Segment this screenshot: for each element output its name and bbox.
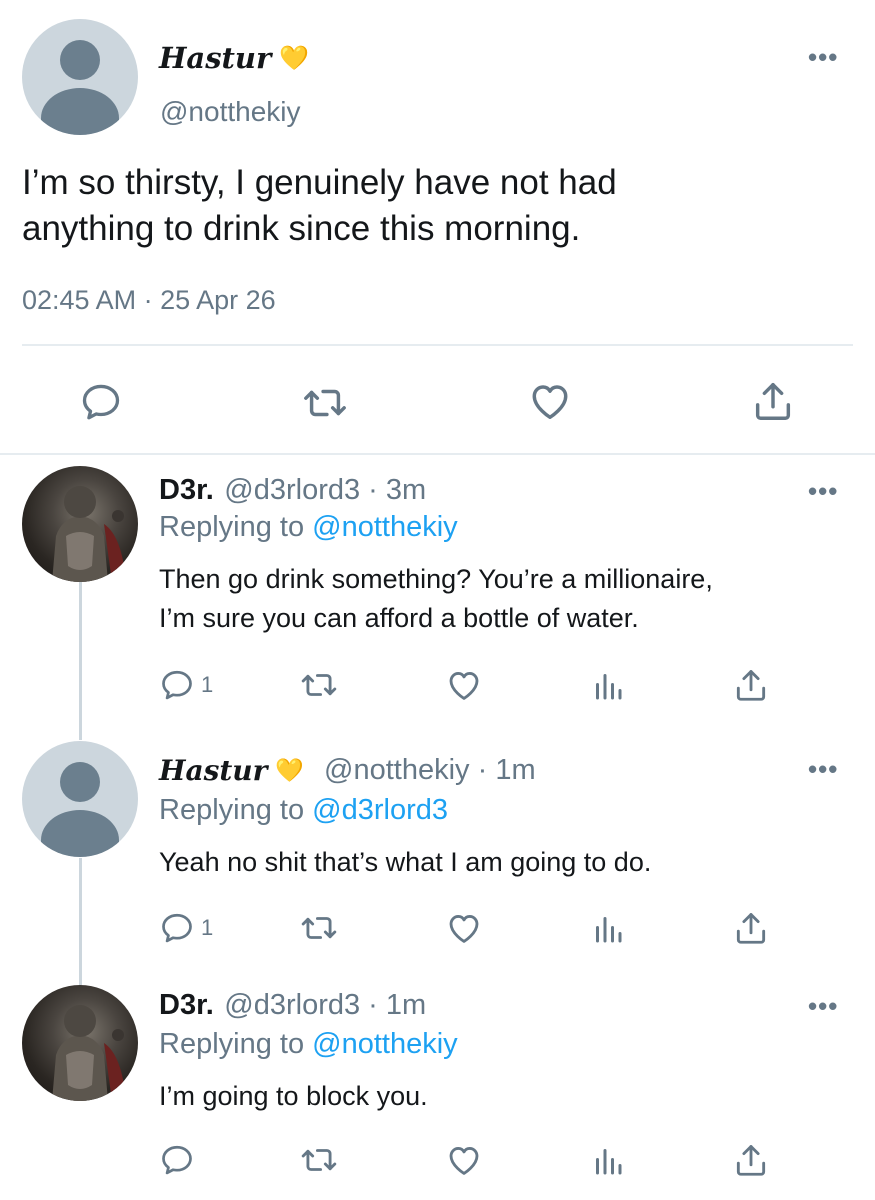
share-icon[interactable] [732,909,770,947]
avatar[interactable] [22,466,138,582]
share-icon[interactable] [732,666,770,704]
reply-icon[interactable]: 1 [159,910,213,946]
reply-text-line: Yeah no shit that’s what I am going to d… [159,847,652,877]
more-icon[interactable]: ••• [808,44,838,70]
retweet-icon[interactable] [300,1141,338,1179]
analytics-icon[interactable] [590,668,626,704]
reply-text-line: I’m sure you can afford a bottle of wate… [159,603,639,633]
author-name-row[interactable]: Hastur 💛 [159,40,309,76]
more-icon[interactable]: ••• [808,478,838,504]
replying-to: Replying to @notthekiy [159,511,458,544]
reply-icon[interactable] [159,1142,195,1178]
reply-count: 1 [201,915,214,940]
yellow-heart-icon: 💛 [275,756,305,783]
retweet-icon[interactable] [300,909,338,947]
reply-text: Then go drink something? You’re a millio… [159,560,713,638]
reply-count: 1 [201,672,214,697]
more-icon[interactable]: ••• [808,993,838,1019]
knight-armor-icon [52,486,126,582]
reply-header: Hastur 💛 @notthekiy · 1m [159,752,536,788]
share-icon[interactable] [732,1141,770,1179]
thread-line [79,580,82,740]
yellow-heart-icon: 💛 [279,44,310,72]
analytics-icon[interactable] [590,1143,626,1179]
knight-armor-icon [52,1005,126,1101]
tweet-text-line: I’m so thirsty, I genuinely have not had [22,163,617,202]
replying-to-label: Replying to [159,1028,313,1060]
handle-time[interactable]: @d3rlord3 · 3m [224,474,426,506]
divider [0,453,875,455]
mention-link[interactable]: @notthekiy [312,511,458,543]
retweet-icon[interactable] [300,666,338,704]
tweet-text-line: anything to drink since this morning. [22,209,581,248]
avatar-silhouette-body [41,810,119,857]
avatar-silhouette-head [60,762,100,802]
tweet-timestamp[interactable]: 02:45 AM · 25 Apr 26 [22,285,276,316]
replying-to-label: Replying to [159,794,313,826]
reply-header: D3r. @d3rlord3 · 3m [159,474,426,507]
avatar[interactable] [22,985,138,1101]
heart-icon[interactable] [445,1141,483,1179]
divider [22,344,853,346]
display-name: Hastur [159,41,272,75]
heart-icon[interactable] [527,378,573,424]
share-icon[interactable] [750,378,796,424]
avatar[interactable] [22,19,138,135]
reply-text-line: Then go drink something? You’re a millio… [159,564,713,594]
replying-to: Replying to @notthekiy [159,1028,458,1061]
author-handle[interactable]: @notthekiy [160,96,301,128]
heart-icon[interactable] [445,909,483,947]
more-icon[interactable]: ••• [808,756,838,782]
avatar[interactable] [22,741,138,857]
analytics-icon[interactable] [590,911,626,947]
avatar-silhouette-body [41,88,119,135]
avatar-silhouette-head [60,40,100,80]
reply-text-line: I’m going to block you. [159,1081,428,1111]
reply-icon[interactable] [79,380,123,424]
mention-link[interactable]: @d3rlord3 [312,794,448,826]
retweet-icon[interactable] [302,380,348,426]
display-name[interactable]: D3r. [159,989,214,1021]
display-name[interactable]: D3r. [159,474,214,506]
handle-time[interactable]: @d3rlord3 · 1m [224,989,426,1021]
display-name[interactable]: Hastur [159,754,267,787]
reply-icon[interactable]: 1 [159,667,213,703]
reply-header: D3r. @d3rlord3 · 1m [159,989,426,1022]
thread-line [79,858,82,988]
reply-text: I’m going to block you. [159,1077,428,1116]
replying-to: Replying to @d3rlord3 [159,794,448,827]
replying-to-label: Replying to [159,511,313,543]
heart-icon[interactable] [445,666,483,704]
reply-text: Yeah no shit that’s what I am going to d… [159,843,651,882]
mention-link[interactable]: @notthekiy [312,1028,458,1060]
handle-time[interactable]: @notthekiy · 1m [324,754,536,787]
tweet-text: I’m so thirsty, I genuinely have not had… [22,160,862,252]
